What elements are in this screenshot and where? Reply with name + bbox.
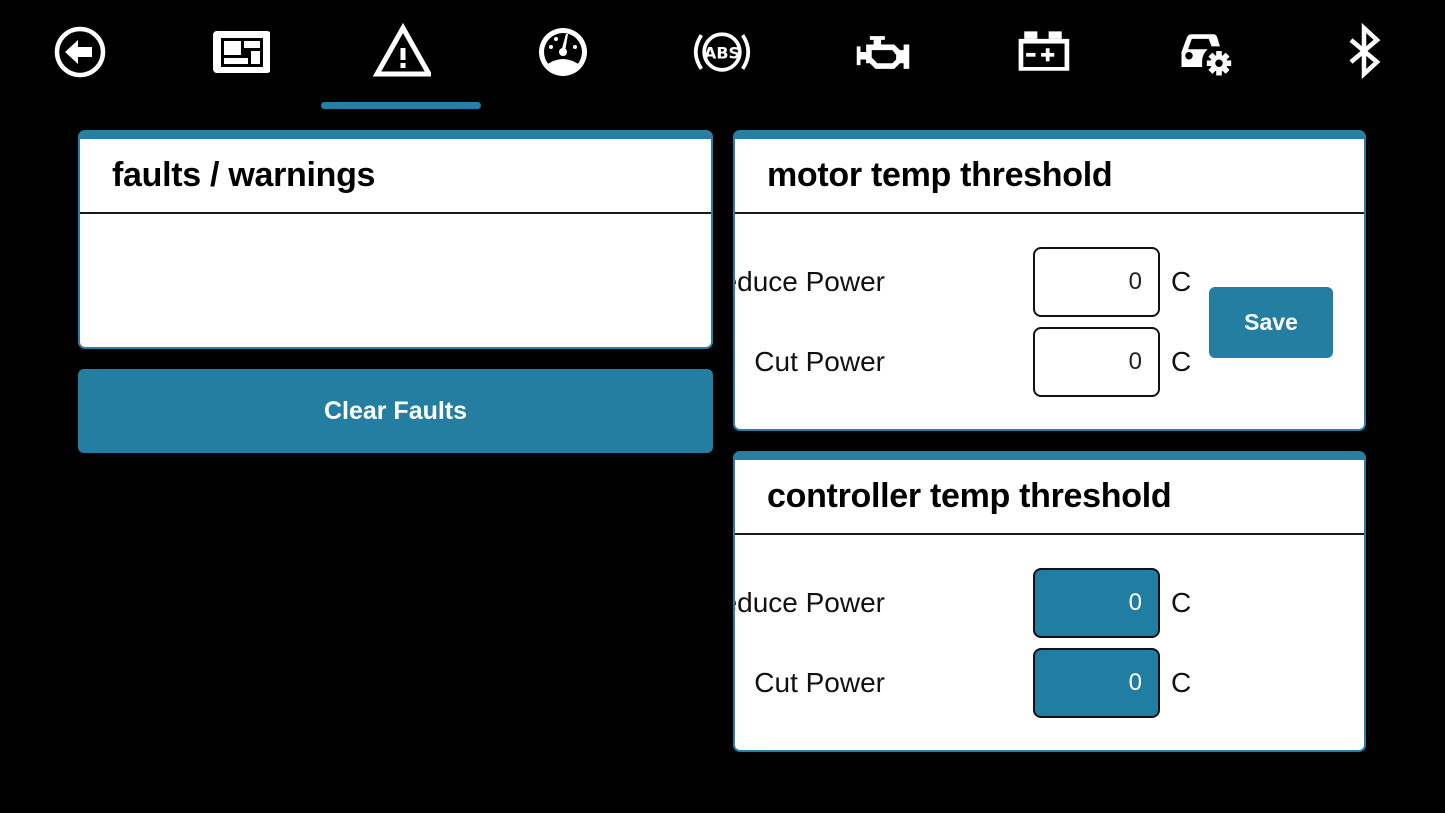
motor-cut-power-unit: C bbox=[1171, 346, 1192, 377]
nav-warnings[interactable] bbox=[369, 22, 433, 82]
warning-triangle-icon bbox=[372, 22, 431, 77]
motor-cut-power-input[interactable]: 0 bbox=[1033, 327, 1160, 397]
nav-dashboard[interactable] bbox=[208, 22, 272, 82]
controller-reduce-power-unit: C bbox=[1171, 587, 1192, 618]
clear-faults-button[interactable]: Clear Faults bbox=[78, 369, 713, 453]
motor-temp-card: motor temp threshold Reduce Power 0 C Cu… bbox=[733, 130, 1366, 431]
nav-abs[interactable]: ABS bbox=[690, 22, 754, 82]
speedometer-icon bbox=[539, 28, 587, 76]
car-gear-icon bbox=[1181, 34, 1232, 76]
motor-temp-card-header: motor temp threshold bbox=[735, 139, 1364, 214]
faults-card: faults / warnings bbox=[78, 130, 713, 349]
engine-icon bbox=[856, 36, 910, 69]
motor-cut-power-row: Cut Power 0 C bbox=[735, 327, 1235, 397]
controller-temp-title: controller temp threshold bbox=[767, 477, 1172, 515]
battery-icon bbox=[1018, 31, 1070, 71]
bluetooth-icon bbox=[1349, 22, 1381, 80]
controller-reduce-power-label: Reduce Power bbox=[735, 587, 885, 618]
controller-temp-card: controller temp threshold Reduce Power 0… bbox=[733, 451, 1366, 752]
nav-bluetooth[interactable] bbox=[1332, 22, 1396, 82]
motor-temp-title: motor temp threshold bbox=[767, 156, 1113, 194]
controller-reduce-power-row: Reduce Power 0 C bbox=[735, 568, 1235, 638]
dashboard-layout-icon bbox=[213, 31, 270, 73]
faults-title: faults / warnings bbox=[112, 156, 376, 194]
motor-reduce-power-label: Reduce Power bbox=[735, 266, 885, 297]
faults-list bbox=[80, 214, 711, 344]
nav-battery[interactable] bbox=[1011, 22, 1075, 82]
controller-cut-power-input[interactable]: 0 bbox=[1033, 648, 1160, 718]
motor-reduce-power-unit: C bbox=[1171, 266, 1192, 297]
top-nav-bar: ABS bbox=[0, 0, 1445, 115]
save-button[interactable]: Save bbox=[1209, 287, 1333, 358]
back-arrow-circle-icon bbox=[54, 26, 106, 78]
nav-vehicle-settings[interactable] bbox=[1172, 22, 1236, 82]
controller-cut-power-row: Cut Power 0 C bbox=[735, 648, 1235, 718]
controller-reduce-power-input[interactable]: 0 bbox=[1033, 568, 1160, 638]
nav-engine[interactable] bbox=[851, 22, 915, 82]
active-tab-indicator bbox=[321, 102, 481, 109]
controller-cut-power-label: Cut Power bbox=[754, 667, 885, 698]
controller-cut-power-unit: C bbox=[1171, 667, 1192, 698]
controller-temp-card-header: controller temp threshold bbox=[735, 460, 1364, 535]
motor-reduce-power-row: Reduce Power 0 C bbox=[735, 247, 1235, 317]
nav-gauge[interactable] bbox=[530, 22, 594, 82]
motor-reduce-power-input[interactable]: 0 bbox=[1033, 247, 1160, 317]
nav-back[interactable] bbox=[48, 22, 112, 82]
motor-cut-power-label: Cut Power bbox=[754, 346, 885, 377]
faults-card-header: faults / warnings bbox=[80, 139, 711, 214]
abs-icon: ABS bbox=[693, 32, 751, 72]
svg-text:ABS: ABS bbox=[704, 44, 740, 63]
